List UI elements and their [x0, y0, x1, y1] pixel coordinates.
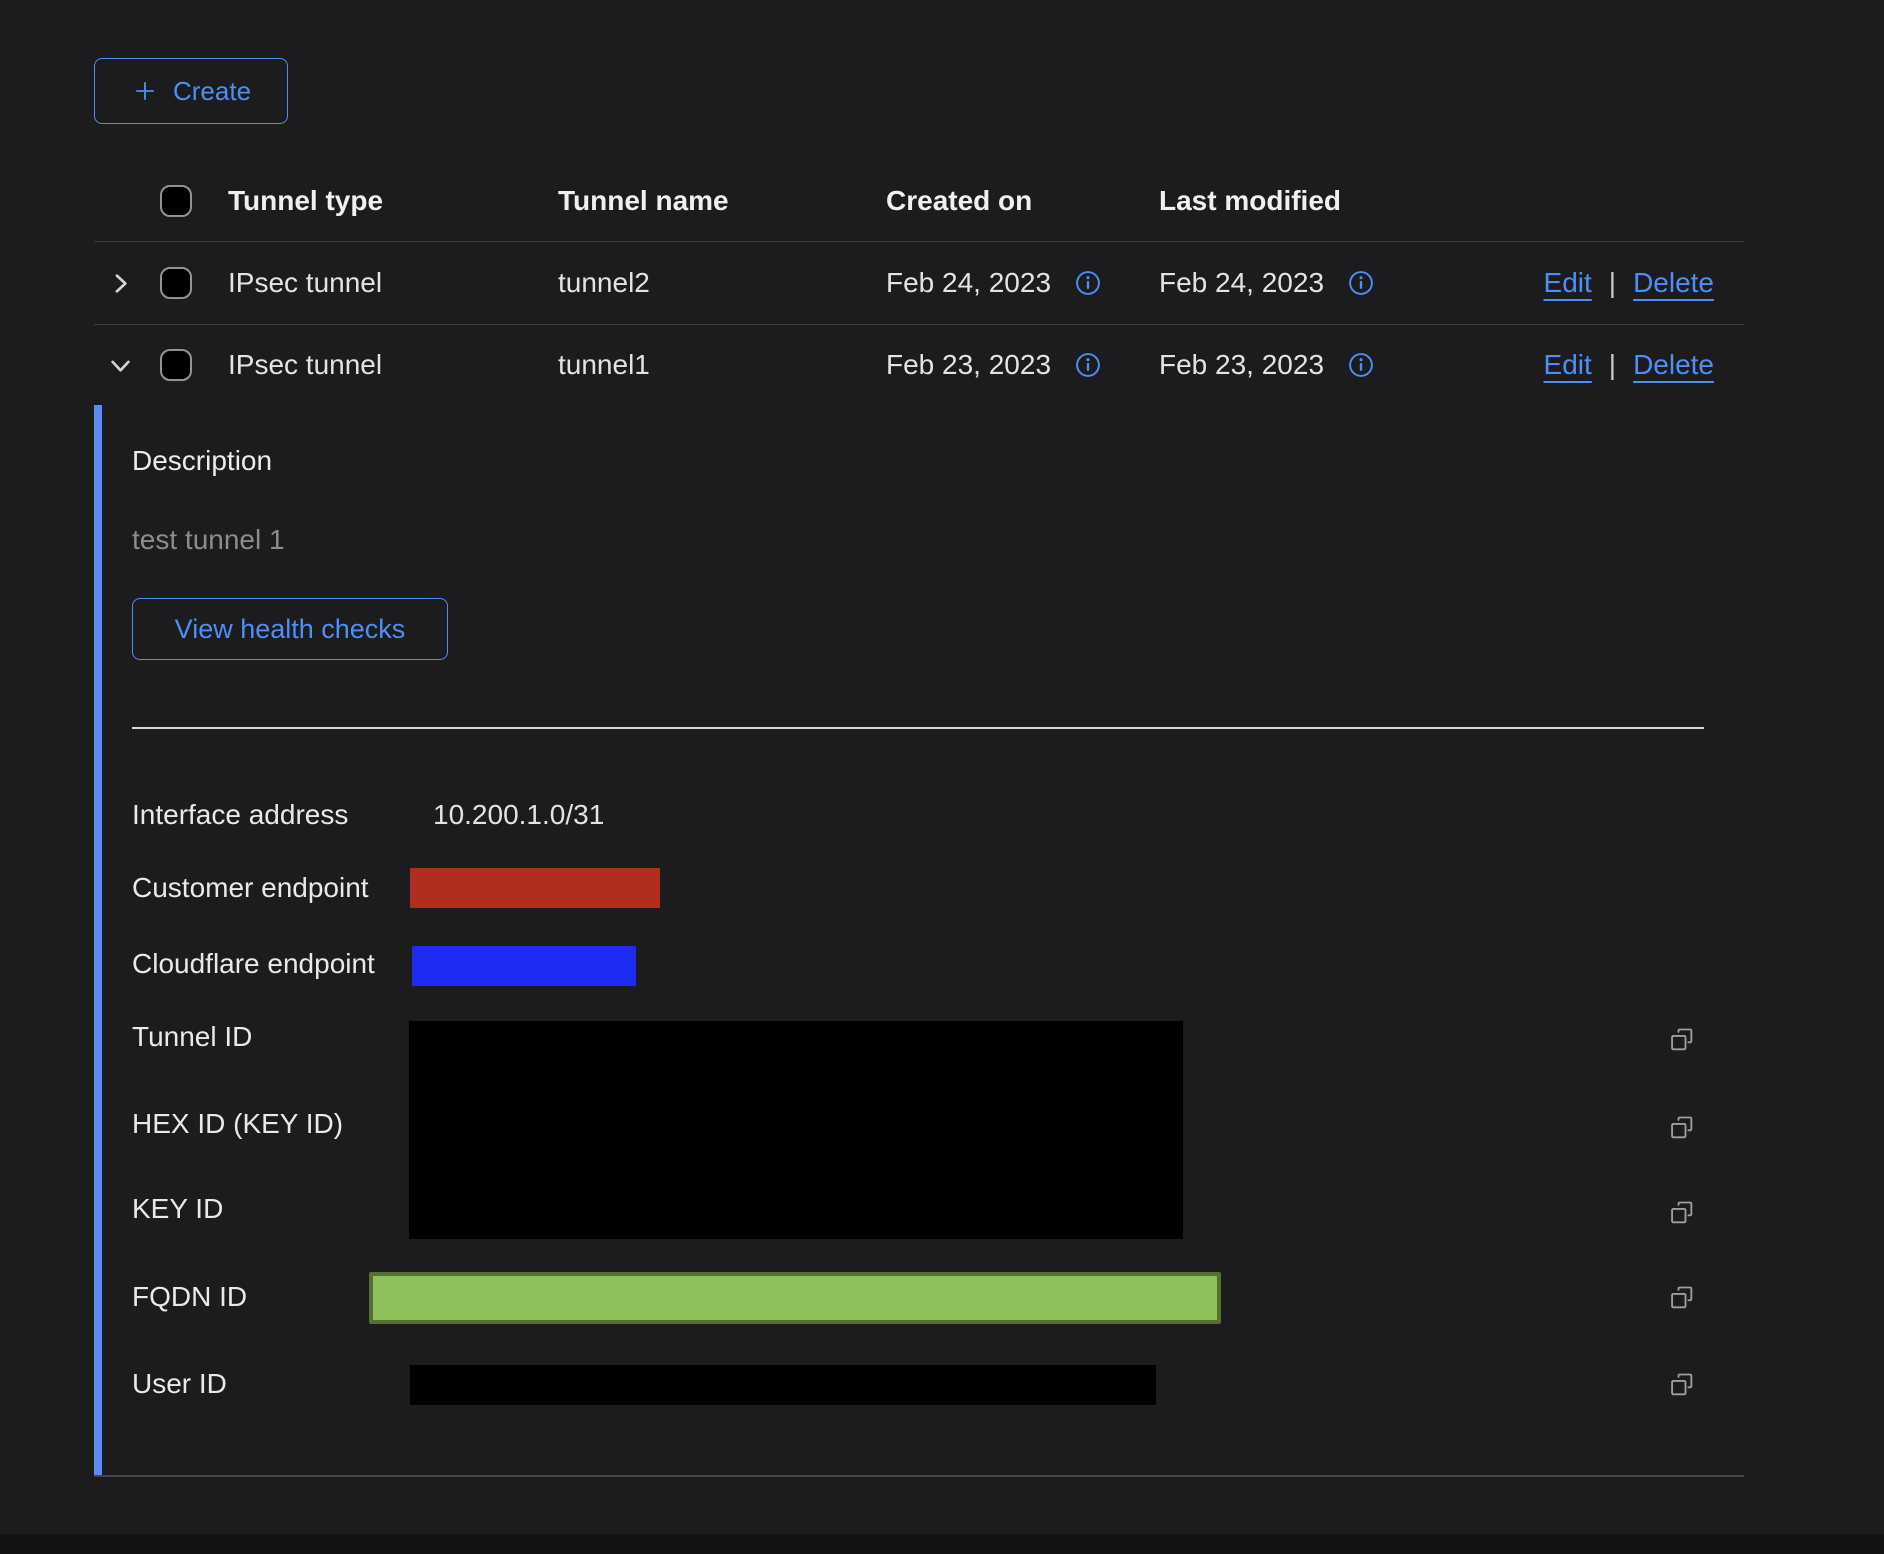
copy-fqdn-id-button[interactable] [1668, 1284, 1696, 1312]
copy-user-id-button[interactable] [1668, 1371, 1696, 1399]
copy-icon [1668, 1114, 1696, 1142]
collapse-row-button[interactable] [106, 351, 135, 380]
description-value: test tunnel 1 [132, 524, 285, 556]
customer-endpoint-label: Customer endpoint [132, 872, 369, 904]
table-header-row: Tunnel type Tunnel name Created on Last … [94, 160, 1744, 242]
copy-tunnel-id-button[interactable] [1668, 1026, 1696, 1054]
cell-tunnel-name: tunnel1 [558, 349, 886, 381]
info-icon [1348, 270, 1374, 296]
description-label: Description [132, 445, 272, 477]
info-icon [1075, 270, 1101, 296]
cloudflare-endpoint-redaction [412, 946, 636, 986]
select-row-checkbox[interactable] [160, 267, 192, 299]
customer-endpoint-redaction [410, 868, 660, 908]
info-icon [1348, 352, 1374, 378]
bottom-edge-strip [0, 1534, 1884, 1554]
last-modified-info-button[interactable] [1348, 270, 1374, 296]
action-separator: | [1609, 349, 1616, 381]
view-health-checks-button[interactable]: View health checks [132, 598, 448, 660]
tunnels-table: Tunnel type Tunnel name Created on Last … [94, 160, 1744, 1477]
copy-hex-id-button[interactable] [1668, 1114, 1696, 1142]
table-row: IPsec tunnel tunnel2 Feb 24, 2023 Feb 24… [94, 242, 1744, 325]
header-last-modified: Last modified [1159, 185, 1541, 217]
info-icon [1075, 352, 1101, 378]
cell-last-modified: Feb 23, 2023 [1159, 349, 1324, 381]
user-id-redaction [410, 1365, 1156, 1405]
view-health-checks-label: View health checks [175, 614, 406, 645]
chevron-down-icon [106, 351, 135, 380]
cell-tunnel-name: tunnel2 [558, 267, 886, 299]
expanded-accent-bar [94, 405, 102, 1475]
last-modified-info-button[interactable] [1348, 352, 1374, 378]
header-created-on: Created on [886, 185, 1159, 217]
copy-icon [1668, 1199, 1696, 1227]
created-on-info-button[interactable] [1075, 352, 1101, 378]
plus-icon [131, 77, 159, 105]
cell-tunnel-type: IPsec tunnel [228, 349, 558, 381]
delete-link[interactable]: Delete [1633, 267, 1714, 299]
cloudflare-endpoint-label: Cloudflare endpoint [132, 948, 375, 980]
user-id-label: User ID [132, 1368, 227, 1400]
section-divider [132, 727, 1704, 729]
interface-address-label: Interface address [132, 799, 348, 831]
fqdn-id-redaction [369, 1272, 1221, 1324]
select-row-checkbox[interactable] [160, 349, 192, 381]
copy-icon [1668, 1284, 1696, 1312]
copy-icon [1668, 1026, 1696, 1054]
copy-key-id-button[interactable] [1668, 1199, 1696, 1227]
cell-created-on: Feb 23, 2023 [886, 349, 1051, 381]
chevron-right-icon [106, 269, 135, 298]
interface-address-value: 10.200.1.0/31 [433, 799, 604, 831]
table-row: IPsec tunnel tunnel1 Feb 23, 2023 Feb 23… [94, 325, 1744, 405]
copy-icon [1668, 1371, 1696, 1399]
create-button[interactable]: Create [94, 58, 288, 124]
tunnel-details-panel: Description test tunnel 1 View health ch… [94, 405, 1744, 1477]
ids-redaction-block [409, 1021, 1183, 1239]
header-tunnel-name: Tunnel name [558, 185, 886, 217]
cell-last-modified: Feb 24, 2023 [1159, 267, 1324, 299]
tunnel-id-label: Tunnel ID [132, 1021, 252, 1053]
header-tunnel-type: Tunnel type [228, 185, 558, 217]
action-separator: | [1609, 267, 1616, 299]
ipsec-tunnels-page: Create Tunnel type Tunnel name Created o… [0, 0, 1884, 1554]
cell-created-on: Feb 24, 2023 [886, 267, 1051, 299]
delete-link[interactable]: Delete [1633, 349, 1714, 381]
key-id-label: KEY ID [132, 1193, 223, 1225]
edit-link[interactable]: Edit [1544, 267, 1592, 299]
edit-link[interactable]: Edit [1544, 349, 1592, 381]
fqdn-id-label: FQDN ID [132, 1281, 247, 1313]
create-button-label: Create [173, 76, 251, 107]
expand-row-button[interactable] [106, 269, 135, 298]
select-all-checkbox[interactable] [160, 185, 192, 217]
created-on-info-button[interactable] [1075, 270, 1101, 296]
cell-tunnel-type: IPsec tunnel [228, 267, 558, 299]
hex-id-label: HEX ID (KEY ID) [132, 1108, 343, 1140]
